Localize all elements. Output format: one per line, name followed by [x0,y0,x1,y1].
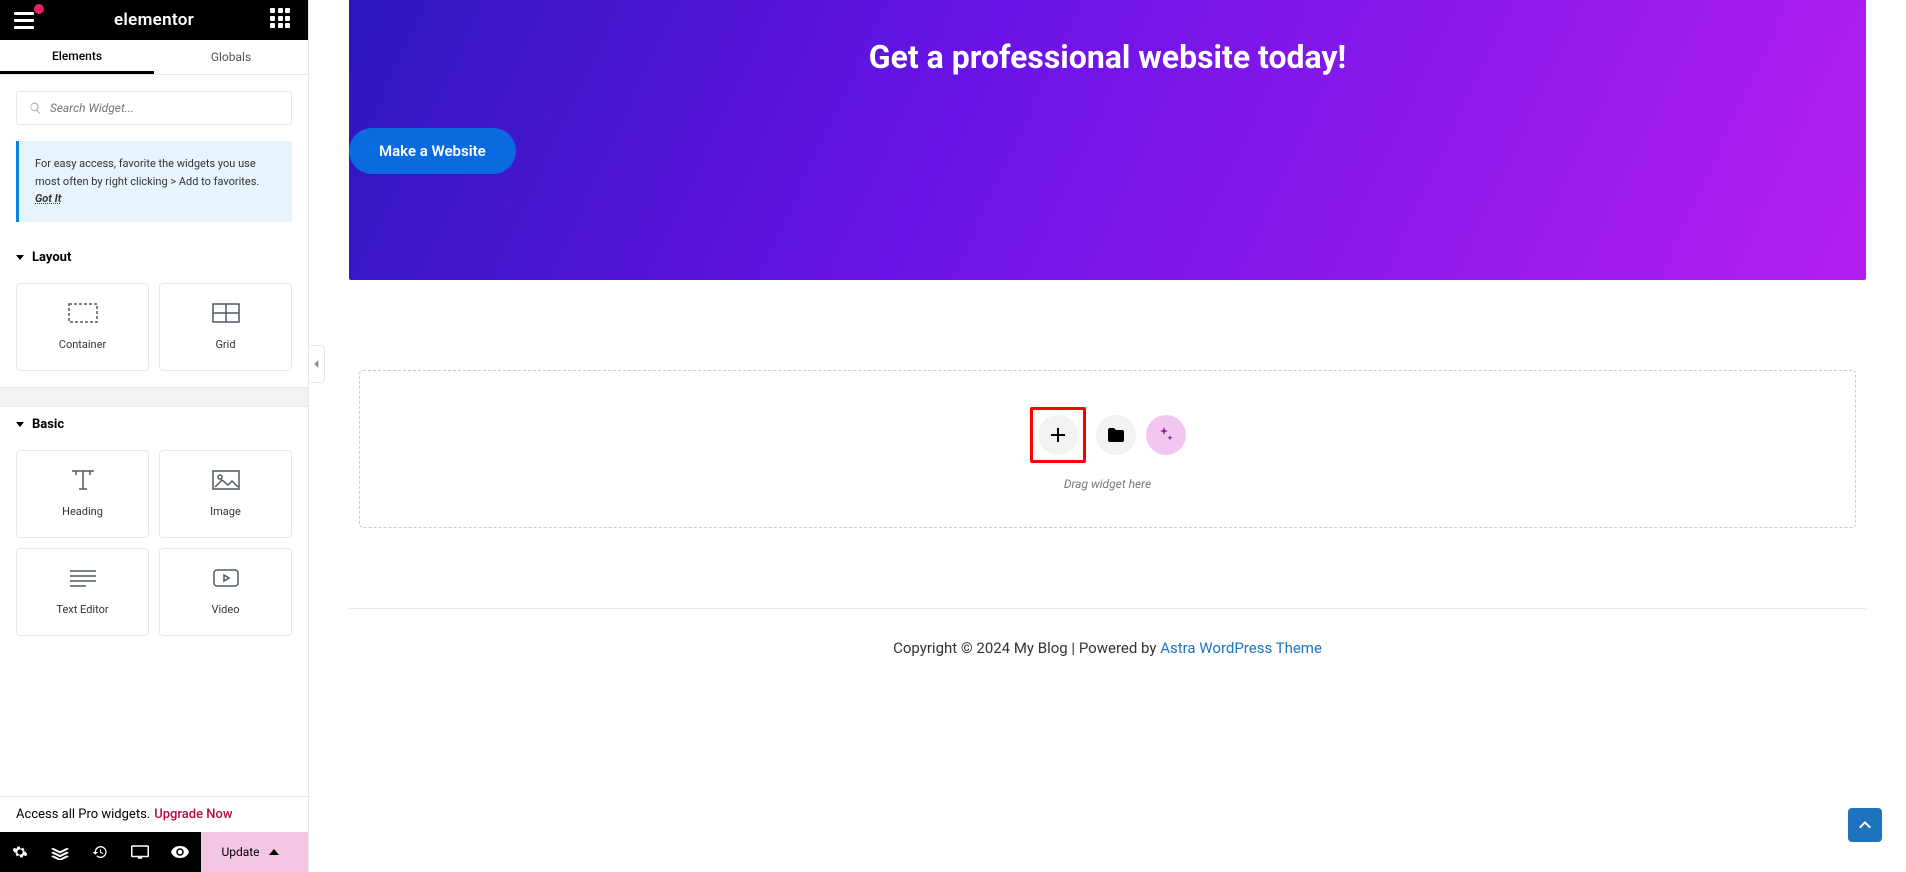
panel-header: elementor [0,0,308,40]
update-caret-button[interactable] [260,832,288,872]
basic-widgets: Heading Image Text Editor Video [0,442,308,652]
panel-body: For easy access, favorite the widgets yo… [0,75,308,796]
responsive-button[interactable] [120,832,160,872]
image-icon [212,469,240,491]
tab-globals[interactable]: Globals [154,40,308,74]
widget-image[interactable]: Image [159,450,292,538]
sparkle-icon [1158,427,1174,443]
widget-text-editor[interactable]: Text Editor [16,548,149,636]
chevron-up-icon [1857,817,1873,833]
brand-logo: elementor [114,10,194,30]
text-editor-icon [68,567,98,589]
widget-container-label: Container [59,338,106,351]
add-template-button[interactable] [1096,415,1136,455]
widget-video-label: Video [212,603,240,616]
video-icon [213,567,239,589]
page-footer: Copyright © 2024 My Blog | Powered by As… [349,608,1866,687]
plus-icon [1051,428,1065,442]
widget-container[interactable]: Container [16,283,149,371]
grid-icon [212,302,240,324]
add-section-button[interactable] [1038,415,1078,455]
widget-image-label: Image [210,505,241,518]
panel-tabs: Elements Globals [0,40,308,75]
elements-panel: elementor Elements Globals For easy acce… [0,0,309,872]
search-widget-field[interactable] [16,91,292,125]
navigator-button[interactable] [40,832,80,872]
folder-icon [1108,428,1124,442]
hero-heading[interactable]: Get a professional website today! [349,38,1866,76]
footer-theme-link[interactable]: Astra WordPress Theme [1160,639,1322,657]
editor-canvas[interactable]: Get a professional website today! Make a… [309,0,1906,872]
search-icon [29,101,42,115]
heading-icon [70,469,96,491]
search-wrap [0,75,308,141]
section-basic-title: Basic [32,417,64,432]
scroll-to-top-button[interactable] [1848,808,1882,842]
widget-heading-label: Heading [62,505,103,518]
update-label: Update [221,845,259,859]
section-basic-header[interactable]: Basic [0,407,308,442]
section-layout-title: Layout [32,250,71,265]
widget-video[interactable]: Video [159,548,292,636]
footer-text: Copyright © 2024 My Blog | Powered by [893,639,1160,657]
dropzone-buttons [1030,407,1186,463]
hero-section[interactable]: Get a professional website today! Make a… [349,0,1866,280]
search-input[interactable] [50,101,279,115]
widget-heading[interactable]: Heading [16,450,149,538]
upgrade-now-link[interactable]: Upgrade Now [154,807,232,822]
tip-text: For easy access, favorite the widgets yo… [35,157,259,188]
favorites-tip: For easy access, favorite the widgets yo… [16,141,292,222]
update-button[interactable]: Update [201,832,308,872]
hero-cta-button[interactable]: Make a Website [349,128,516,174]
tab-elements[interactable]: Elements [0,40,154,74]
section-layout-header[interactable]: Layout [0,240,308,275]
menu-button[interactable] [14,8,38,32]
tip-dismiss-link[interactable]: Got It [35,192,61,205]
caret-down-icon [16,422,24,427]
ai-button[interactable] [1146,415,1186,455]
history-button[interactable] [80,832,120,872]
widget-grid[interactable]: Grid [159,283,292,371]
container-icon [68,302,98,324]
preview-button[interactable] [160,832,200,872]
apps-button[interactable] [270,8,294,32]
upgrade-text: Access all Pro widgets. [16,807,150,822]
add-section-dropzone[interactable]: Drag widget here [359,370,1856,528]
section-divider [0,387,308,407]
settings-button[interactable] [0,832,40,872]
widget-text-editor-label: Text Editor [56,603,108,616]
caret-down-icon [16,255,24,260]
dropzone-hint: Drag widget here [1064,477,1151,491]
notification-badge-icon [34,4,44,14]
bottom-toolbar: Update [0,832,308,872]
layout-widgets: Container Grid [0,275,308,387]
widget-grid-label: Grid [215,338,235,351]
panel-collapse-handle[interactable] [309,345,325,383]
highlight-annotation [1030,407,1086,463]
upgrade-bar: Access all Pro widgets. Upgrade Now [0,796,308,832]
